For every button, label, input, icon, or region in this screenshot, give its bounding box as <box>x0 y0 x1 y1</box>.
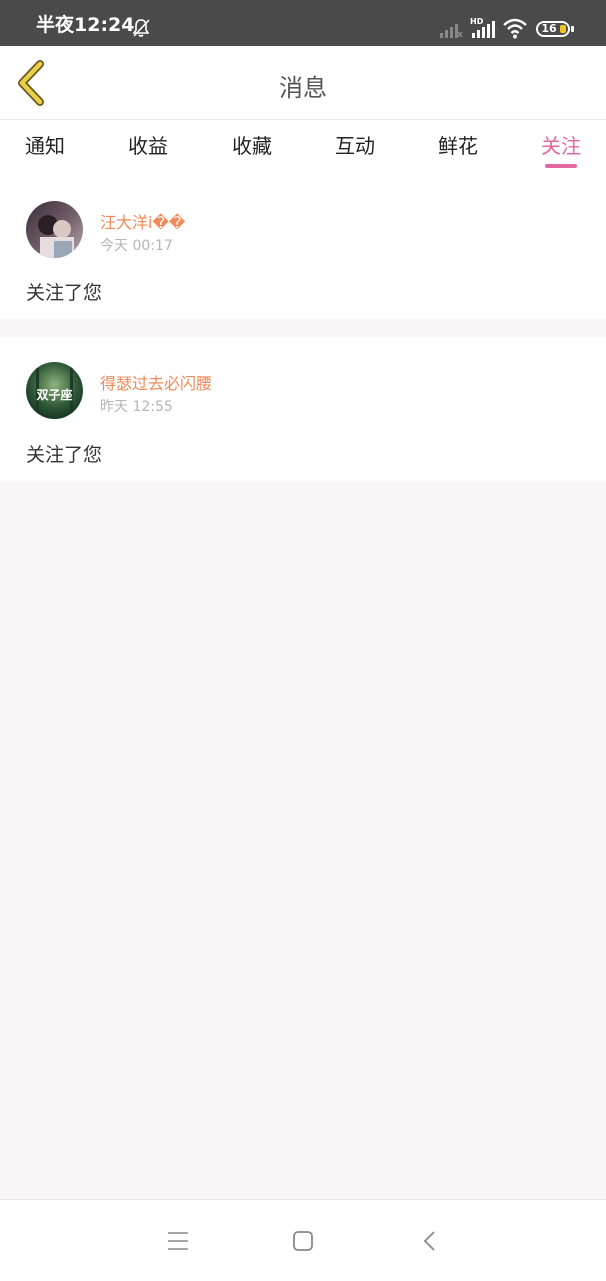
tab-following[interactable]: 关注 <box>541 130 581 159</box>
timestamp: 昨天 12:55 <box>100 399 173 415</box>
menu-icon[interactable] <box>166 1229 190 1253</box>
tab-bar: 通知 收益 收藏 互动 鲜花 关注 <box>0 120 606 180</box>
page-title: 消息 <box>279 74 327 102</box>
list-item[interactable]: 双子座 得瑟过去必闪腰 昨天 12:55 关注了您 <box>0 337 606 481</box>
cellular-signal-icon <box>440 24 463 38</box>
message-text: 关注了您 <box>26 282 103 304</box>
system-nav-bar <box>0 1199 606 1281</box>
status-bar: 半夜12:24 HD 16 <box>0 0 606 46</box>
avatar-label: 双子座 <box>36 387 72 402</box>
wifi-icon <box>503 18 527 39</box>
back-chevron-icon[interactable] <box>418 1229 442 1253</box>
tab-earnings[interactable]: 收益 <box>128 130 168 159</box>
home-square-icon[interactable] <box>291 1229 315 1253</box>
username[interactable]: 得瑟过去必闪腰 <box>100 370 212 394</box>
tab-favorites[interactable]: 收藏 <box>232 130 272 159</box>
avatar[interactable] <box>26 201 83 258</box>
tab-flowers[interactable]: 鲜花 <box>438 130 478 159</box>
tab-interactions[interactable]: 互动 <box>335 130 375 159</box>
header: 消息 <box>0 46 606 120</box>
timestamp: 今天 00:17 <box>100 238 173 254</box>
battery-icon: 16 <box>536 21 570 37</box>
bell-off-icon <box>132 19 150 37</box>
active-tab-indicator <box>545 164 577 168</box>
list-item[interactable]: 汪大洋i�� 今天 00:17 关注了您 <box>0 180 606 319</box>
battery-level: 16 <box>541 22 557 35</box>
status-time: 半夜12:24 <box>36 14 135 36</box>
avatar[interactable]: 双子座 <box>26 362 83 419</box>
username[interactable]: 汪大洋i�� <box>100 209 185 233</box>
cellular-signal-icon <box>472 21 495 38</box>
message-text: 关注了您 <box>26 444 103 466</box>
tab-notifications[interactable]: 通知 <box>25 130 65 159</box>
